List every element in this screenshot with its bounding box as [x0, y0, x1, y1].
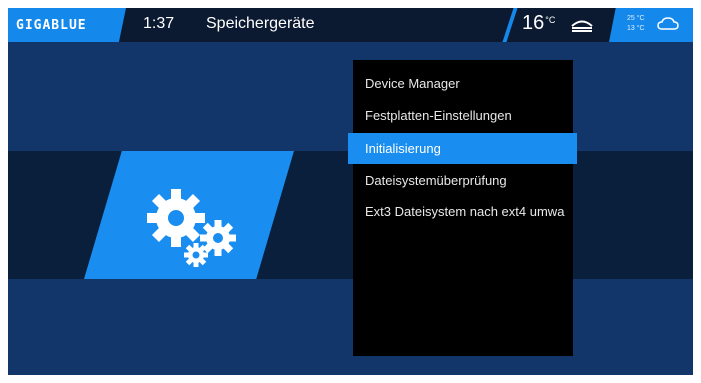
background-band-bottom	[8, 279, 693, 375]
tv-screen: GIGABLUE 1:37 Speichergeräte 16 °C 25 °C…	[8, 8, 693, 375]
menu-item-festplatten-einstellungen[interactable]: Festplatten-Einstellungen	[353, 100, 573, 131]
storage-menu: Device Manager Festplatten-Einstellungen…	[348, 60, 577, 356]
weather-high: 25 °C	[627, 15, 645, 22]
gears-icon	[138, 180, 248, 275]
weather-widget: 25 °C 13 °C	[609, 8, 693, 42]
temperature-unit: °C	[545, 15, 556, 25]
cloud-icon	[657, 17, 679, 36]
page-title: Speichergeräte	[206, 15, 315, 32]
menu-item-device-manager[interactable]: Device Manager	[353, 68, 573, 99]
logo-text: GIGABLUE	[16, 17, 87, 33]
temperature-value: 16	[522, 12, 545, 34]
menu-item-initialisierung[interactable]: Initialisierung	[348, 133, 577, 164]
top-bar: GIGABLUE 1:37 Speichergeräte 16 °C 25 °C…	[8, 8, 693, 42]
menu-item-ext3-to-ext4[interactable]: Ext3 Dateisystem nach ext4 umwa	[353, 196, 573, 227]
weather-low: 13 °C	[627, 25, 645, 32]
menu-item-dateisystemueberpruefung[interactable]: Dateisystemüberprüfung	[353, 165, 573, 196]
brand-logo: GIGABLUE	[8, 8, 126, 42]
tuner-icon	[570, 17, 594, 38]
clock: 1:37	[143, 15, 175, 32]
divider-slash	[502, 8, 518, 42]
temperature-readout: 16 °C	[522, 12, 555, 35]
